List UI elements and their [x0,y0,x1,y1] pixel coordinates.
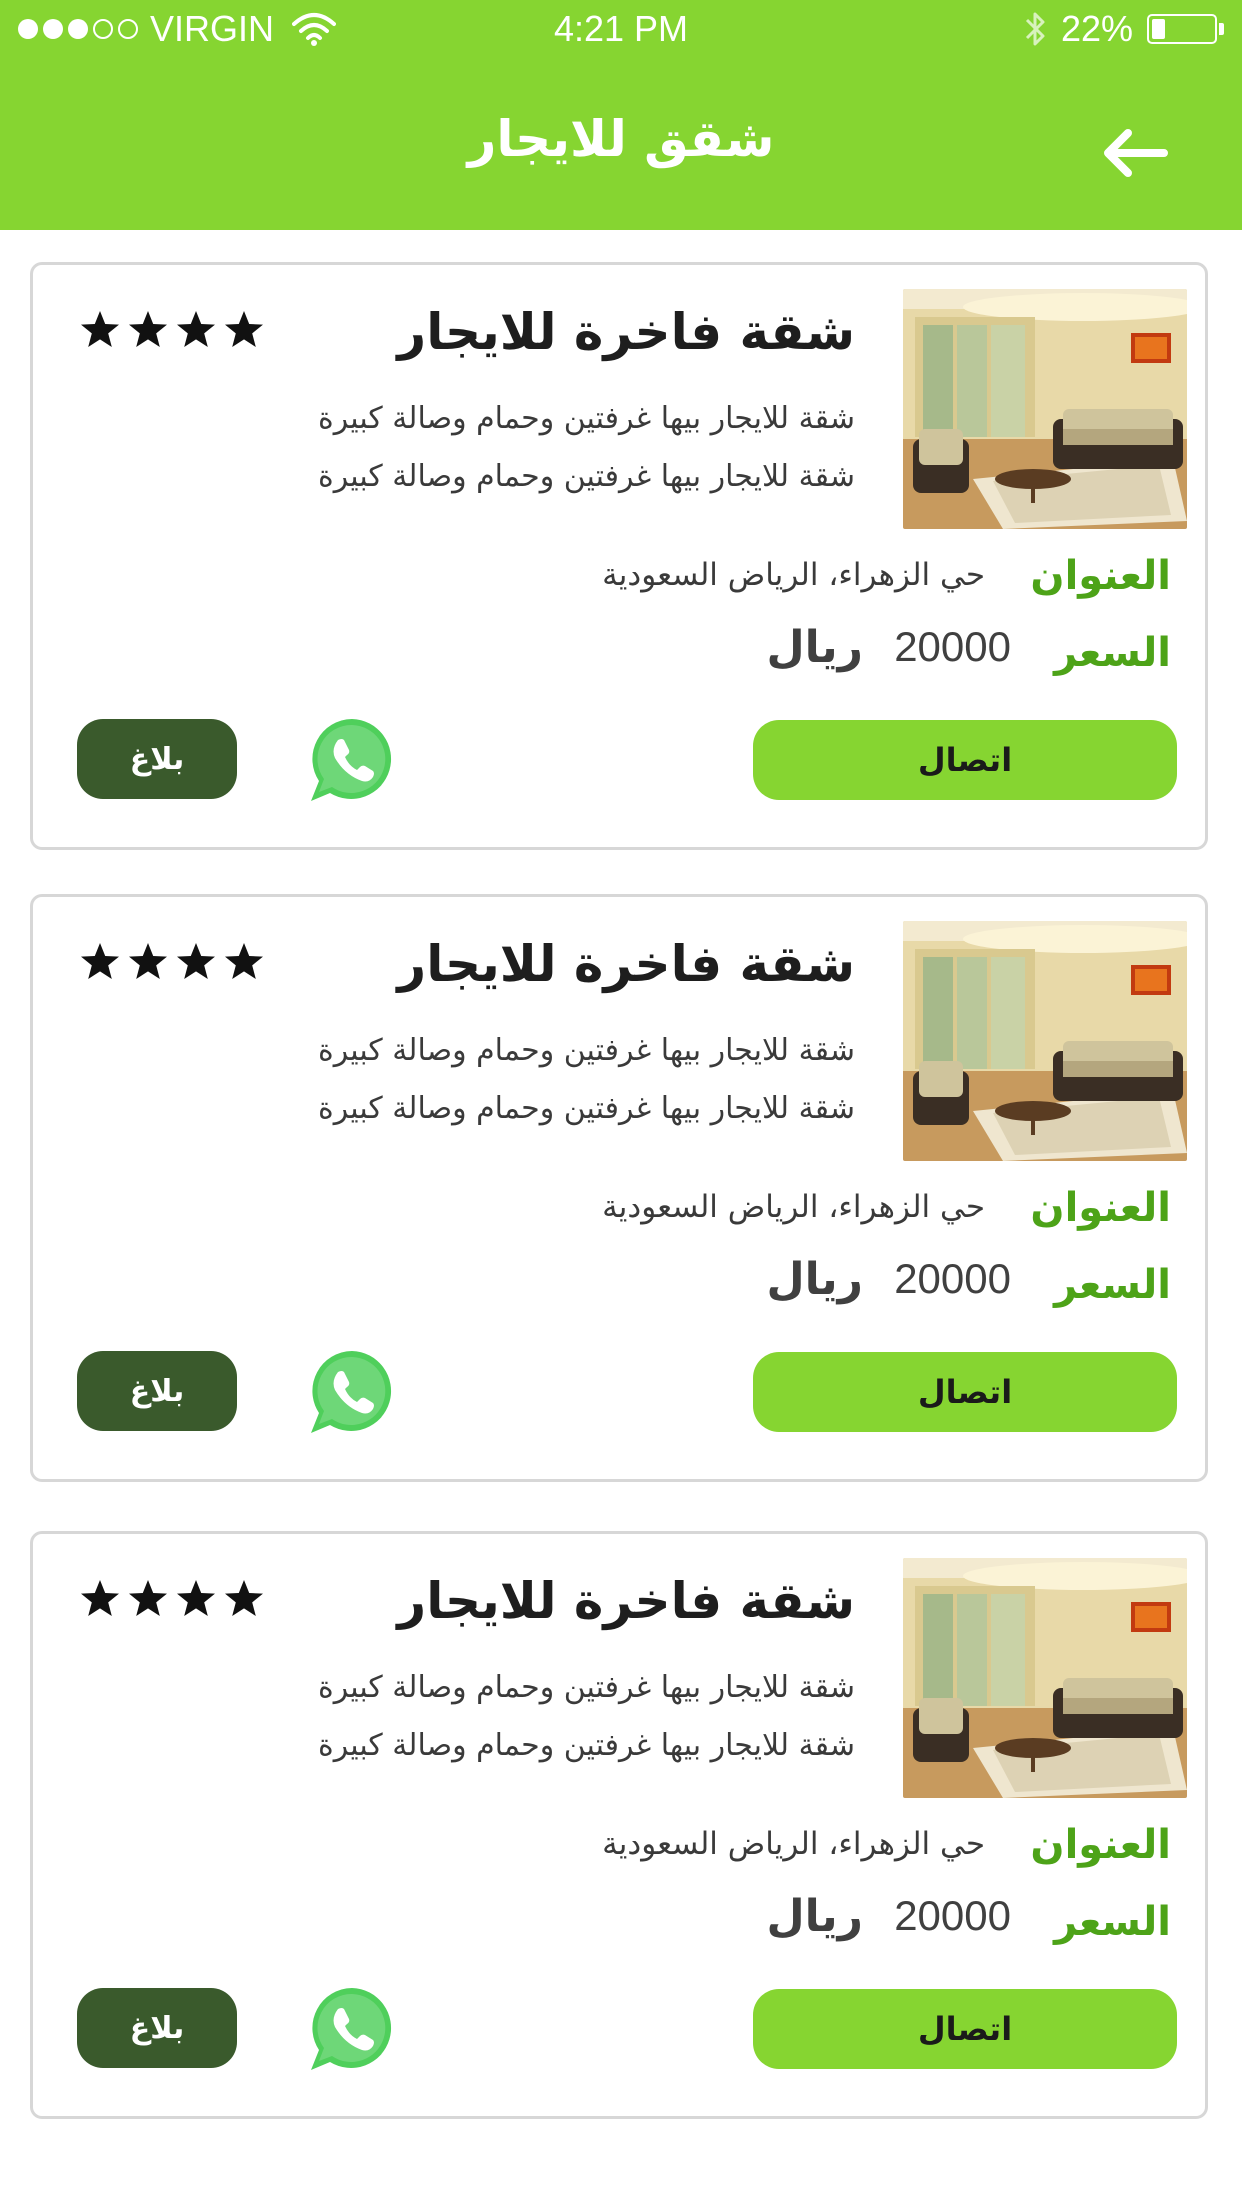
price-currency: ريال [766,1891,863,1942]
call-button[interactable]: اتصال [753,1989,1177,2069]
star-icon [81,311,119,347]
listing-description-line: شقة للايجار بيها غرفتين وحمام وصالة كبير… [318,1091,855,1126]
star-icon [225,943,263,979]
price-currency: ريال [766,1254,863,1305]
address-value: حي الزهراء، الرياض السعودية [602,1826,985,1862]
whatsapp-icon [311,1351,392,1433]
star-icon [177,311,215,347]
listing-card[interactable]: شقة فاخرة للايجار شقة للايجار بيها غرفتي… [30,894,1208,1482]
rating-stars [79,309,265,351]
whatsapp-button[interactable] [305,1982,399,2076]
listing-card[interactable]: شقة فاخرة للايجار شقة للايجار بيها غرفتي… [30,1531,1208,2119]
address-label: العنوان [1030,1185,1171,1231]
back-button[interactable] [1090,118,1180,188]
listing-description-line: شقة للايجار بيها غرفتين وحمام وصالة كبير… [318,1033,855,1068]
battery-icon [1147,14,1224,44]
app-header: VIRGIN 4:21 PM 22% شقق للايجار [0,0,1242,230]
address-label: العنوان [1030,1822,1171,1868]
address-value: حي الزهراء، الرياض السعودية [602,557,985,593]
listing-description-line: شقة للايجار بيها غرفتين وحمام وصالة كبير… [318,401,855,436]
star-icon [81,1580,119,1616]
battery-percent: 22% [1060,8,1133,49]
apartment-image [903,1558,1187,1798]
price-amount: 20000 [894,1255,1011,1302]
apartment-image [903,921,1187,1161]
apartment-photo [903,289,1187,529]
rating-stars [79,941,265,983]
apartment-image [903,289,1187,529]
price-currency: ريال [766,622,863,673]
price-amount: 20000 [894,623,1011,670]
call-button[interactable]: اتصال [753,1352,1177,1432]
bluetooth-icon [1025,12,1045,46]
whatsapp-button[interactable] [305,1345,399,1439]
whatsapp-button[interactable] [305,713,399,807]
listing-description-line: شقة للايجار بيها غرفتين وحمام وصالة كبير… [318,1670,855,1705]
page-title: شقق للايجار [467,110,775,168]
star-icon [177,943,215,979]
star-icon [129,1580,167,1616]
status-bar: VIRGIN 4:21 PM 22% [0,0,1242,60]
report-button[interactable]: بلاغ [77,1351,237,1431]
battery-fill [1152,19,1166,39]
rating-stars [79,1578,265,1620]
listing-card[interactable]: شقة فاخرة للايجار شقة للايجار بيها غرفتي… [30,262,1208,850]
star-icon [177,1580,215,1616]
star-icon [225,1580,263,1616]
whatsapp-icon [311,719,392,801]
address-value: حي الزهراء، الرياض السعودية [602,1189,985,1225]
report-button[interactable]: بلاغ [77,1988,237,2068]
battery-cap [1219,23,1224,35]
listing-description-line: شقة للايجار بيها غرفتين وحمام وصالة كبير… [318,459,855,494]
whatsapp-icon [311,1988,392,2070]
apartment-photo [903,1558,1187,1798]
star-icon [225,311,263,347]
call-button[interactable]: اتصال [753,720,1177,800]
apartment-photo [903,921,1187,1161]
price-amount: 20000 [894,1892,1011,1939]
report-button[interactable]: بلاغ [77,719,237,799]
star-icon [129,311,167,347]
arrow-left-icon [1104,129,1168,177]
star-icon [81,943,119,979]
listing-description-line: شقة للايجار بيها غرفتين وحمام وصالة كبير… [318,1728,855,1763]
battery-body [1147,14,1217,44]
address-label: العنوان [1030,553,1171,599]
star-icon [129,943,167,979]
status-right: 22% [1023,8,1224,50]
